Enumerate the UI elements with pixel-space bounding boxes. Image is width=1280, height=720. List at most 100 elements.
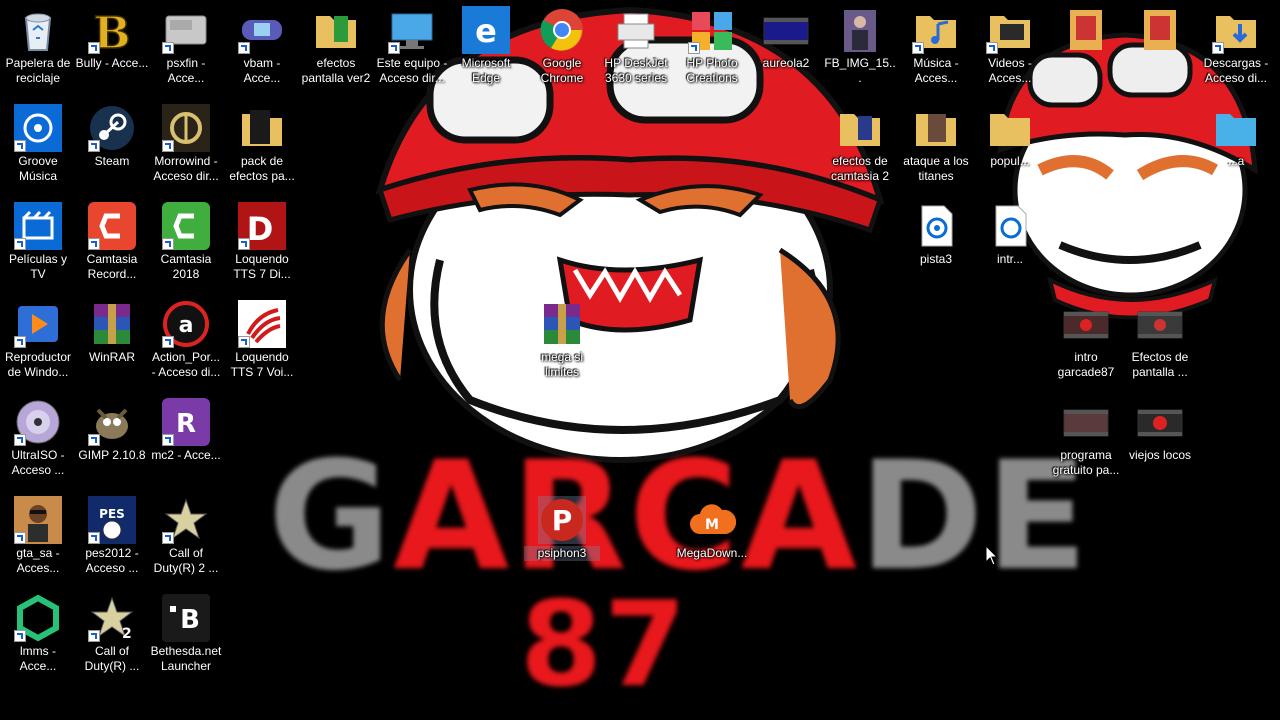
efectos-camtasia2-label: efectos de camtasia 2 [830,154,890,183]
efectos-pantalla-desktop-icon[interactable]: Efectos de pantalla ... [1122,296,1198,388]
peliculas-tv-label: Películas y TV [8,252,68,281]
programa-gratuito-label: programa gratuito pa... [1052,448,1120,477]
svg-text:R: R [176,409,196,439]
microsoft-edge-desktop-icon[interactable]: e Microsoft Edge [448,2,524,94]
ultraiso-desktop-icon[interactable]: UltraISO - Acceso ... [0,394,76,486]
megadownloader-desktop-icon[interactable]: M MegaDown... [674,492,750,584]
pista-folder-desktop-icon[interactable]: ...a [1198,100,1274,192]
viejos-locos-desktop-icon[interactable]: viejos locos [1122,394,1198,486]
image-desktop-icon-2[interactable] [1122,2,1198,94]
camtasia-recorder-desktop-icon[interactable]: Camtasia Record... [74,198,150,290]
svg-text:P: P [552,504,573,537]
bethesda-desktop-icon[interactable]: B Bethesda.net Launcher [148,590,224,682]
efectos-ver2-desktop-icon[interactable]: efectos pantalla ver2 [298,2,374,94]
populares-desktop-icon[interactable]: popul... [972,100,1048,192]
morrowind-desktop-icon[interactable]: Morrowind - Acceso dir... [148,100,224,192]
loquendo-voi-desktop-icon[interactable]: Loquendo TTS 7 Voi... [224,296,300,388]
hp-photo-creations-label: HP Photo Creations [686,56,738,85]
svg-text:a: a [179,313,194,338]
descargas-desktop-icon[interactable]: Descargas - Acceso di... [1198,2,1274,94]
psxfin-label: psxfin - Acce... [166,56,206,85]
musica-desktop-icon[interactable]: Música - Acces... [898,2,974,94]
call-of-duty-2-label: Call of Duty(R) 2 ... [153,546,219,575]
action-portable-label: Action_Por... - Acceso di... [151,350,221,379]
microsoft-edge-label: Microsoft Edge [461,56,511,85]
hp-deskjet-desktop-icon[interactable]: HP DeskJet 3630 series [598,2,674,94]
este-equipo-desktop-icon[interactable]: Este equipo - Acceso dir... [374,2,450,94]
camtasia-2018-desktop-icon[interactable]: Camtasia 2018 [148,198,224,290]
steam-desktop-icon[interactable]: Steam [74,100,150,192]
steam-label: Steam [94,154,130,168]
mega-sin-limites-label: mega si limites [540,350,584,379]
aureola2-desktop-icon[interactable]: aureola2 [748,2,824,94]
bully-label: Bully - Acce... [75,56,149,70]
programa-gratuito-desktop-icon[interactable]: programa gratuito pa... [1048,394,1124,486]
pes2012-label: pes2012 - Acceso ... [85,546,139,575]
gta-sa-desktop-icon[interactable]: gta_sa - Acces... [0,492,76,584]
pack-efectos-desktop-icon[interactable]: pack de efectos pa... [224,100,300,192]
image-desktop-icon[interactable] [1048,2,1124,94]
psiphon-icon: P [541,499,583,541]
psiphon3-desktop-icon[interactable]: P psiphon3 [524,492,600,584]
pista3-desktop-icon[interactable]: pista3 [898,198,974,290]
intro-garcade87-desktop-icon[interactable]: intro garcade87 [1048,296,1124,388]
vbam-label: vbam - Acce... [243,56,281,85]
google-chrome-desktop-icon[interactable]: Google Chrome [524,2,600,94]
fb-img-desktop-icon[interactable]: FB_IMG_15... [822,2,898,94]
folder-icon [242,110,282,146]
video-file-icon [1063,311,1109,339]
hp-photo-creations-desktop-icon[interactable]: HP Photo Creations [674,2,750,94]
loquendo-di-desktop-icon[interactable]: D Loquendo TTS 7 Di... [224,198,300,290]
camtasia-2018-label: Camtasia 2018 [160,252,212,281]
pack-efectos-label: pack de efectos pa... [229,154,295,183]
pes2012-desktop-icon[interactable]: PES pes2012 - Acceso ... [74,492,150,584]
ataque-titanes-desktop-icon[interactable]: ataque a los titanes [898,100,974,192]
vbam-desktop-icon[interactable]: vbam - Acce... [224,2,300,94]
mc2-desktop-icon[interactable]: R mc2 - Acce... [148,394,224,486]
este-equipo-label: Este equipo - Acceso dir... [376,56,448,85]
svg-text:2: 2 [122,626,132,642]
efectos-ver2-label: efectos pantalla ver2 [301,56,371,85]
svg-text:M: M [705,517,719,533]
mega-cloud-icon: M [690,504,736,534]
recycle-bin-label: Papelera de reciclaje [5,56,71,85]
bethesda-label: Bethesda.net Launcher [150,644,222,673]
psxfin-desktop-icon[interactable]: psxfin - Acce... [148,2,224,94]
videos-desktop-icon[interactable]: Videos - Acces... [972,2,1048,94]
folder-icon [916,114,956,146]
gta-sa-label: gta_sa - Acces... [16,546,60,575]
recycle-bin-icon [24,13,52,51]
bethesda-icon: B [162,594,210,642]
action-portable-desktop-icon[interactable]: a Action_Por... - Acceso di... [148,296,224,388]
winrar-icon [94,304,130,344]
gimp-desktop-icon[interactable]: GIMP 2.10.8 [74,394,150,486]
video-file-icon [1137,311,1183,339]
lmms-desktop-icon[interactable]: lmms - Acce... [0,590,76,682]
aureola2-label: aureola2 [762,56,810,70]
winrar-desktop-icon[interactable]: WinRAR [74,296,150,388]
printer-icon [617,13,655,49]
peliculas-tv-desktop-icon[interactable]: Películas y TV [0,198,76,290]
loquendo-voi-label: Loquendo TTS 7 Voi... [230,350,294,379]
efectos-camtasia2-desktop-icon[interactable]: efectos de camtasia 2 [822,100,898,192]
musica-label: Música - Acces... [913,56,959,85]
reproductor-desktop-icon[interactable]: Reproductor de Windo... [0,296,76,388]
call-of-duty-2-desktop-icon[interactable]: Call of Duty(R) 2 ... [148,492,224,584]
loquendo-di-label: Loquendo TTS 7 Di... [233,252,291,281]
gimp-label: GIMP 2.10.8 [78,448,146,462]
edge-icon: e [462,6,510,54]
mega-sin-limites-desktop-icon[interactable]: mega si limites [524,296,600,388]
call-of-duty-r-desktop-icon[interactable]: 2 Call of Duty(R) ... [74,590,150,682]
megadownloader-label: MegaDown... [676,546,748,560]
intro-desktop-icon[interactable]: intr... [972,198,1048,290]
folder-icon [990,114,1030,146]
videos-label: Videos - Acces... [988,56,1032,85]
recycle-bin-desktop-icon[interactable]: Papelera de reciclaje [0,2,76,94]
camtasia-recorder-label: Camtasia Record... [86,252,138,281]
groove-music-desktop-icon[interactable]: Groove Música [0,100,76,192]
video-file-icon [763,17,809,45]
ultraiso-label: UltraISO - Acceso ... [11,448,65,477]
intro-garcade87-label: intro garcade87 [1057,350,1115,379]
bully-desktop-icon[interactable]: B Bully - Acce... [74,2,150,94]
pista-folder-label: ...a [1227,154,1245,168]
